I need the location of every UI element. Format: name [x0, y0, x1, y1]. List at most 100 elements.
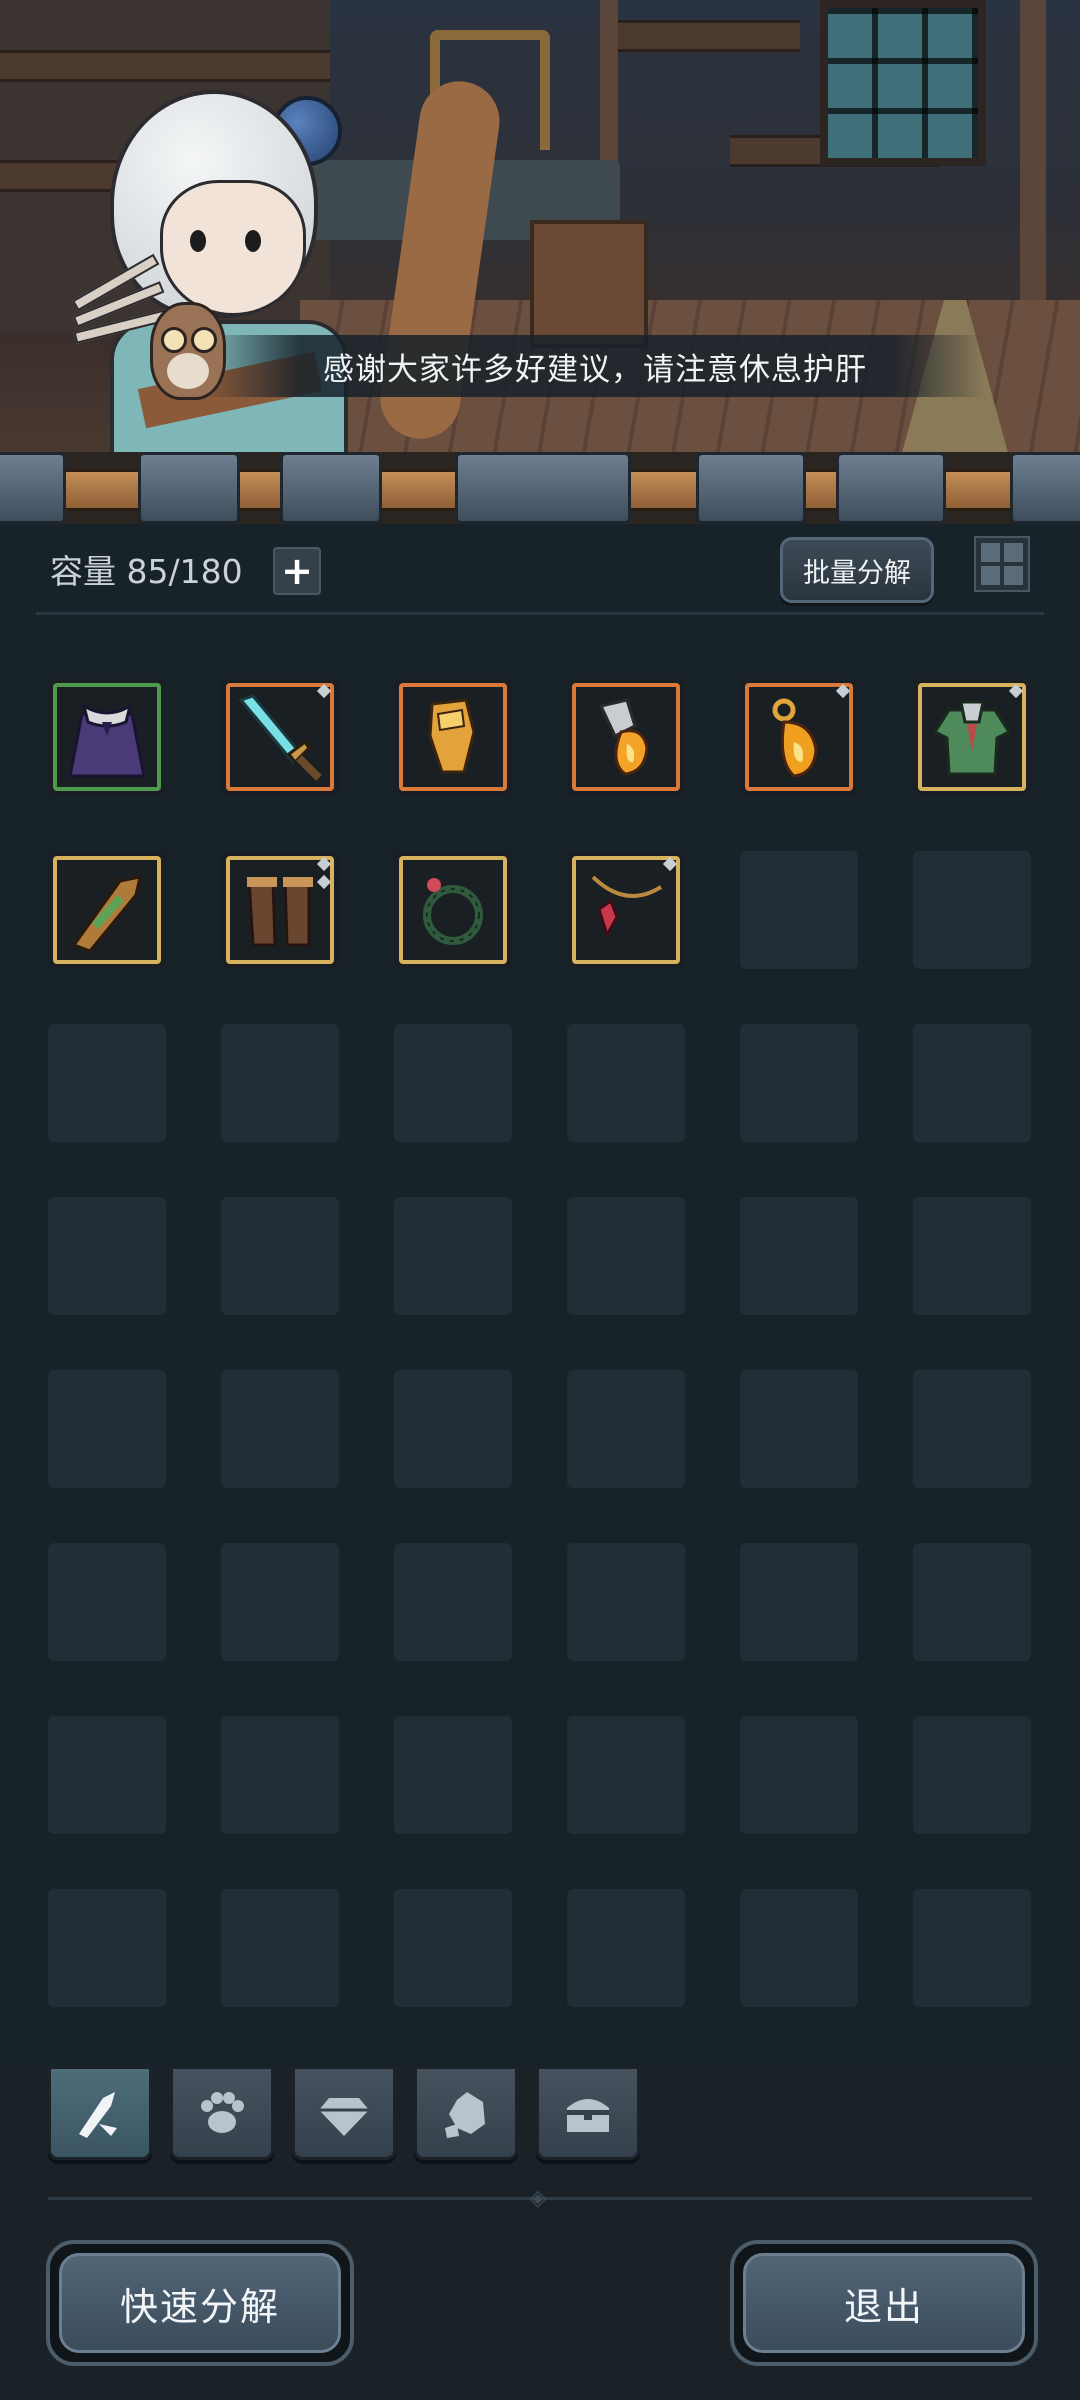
- empty-slot[interactable]: [394, 1024, 512, 1142]
- empty-slot[interactable]: [913, 851, 1031, 969]
- gauntlet-icon: [428, 698, 476, 774]
- inventory-grid: [48, 678, 1034, 2007]
- boots-icon: [247, 877, 313, 947]
- inventory-slot[interactable]: [567, 851, 685, 969]
- owl-icon: [150, 302, 226, 400]
- capacity-value: 85/180: [126, 552, 243, 591]
- tab-pets[interactable]: [170, 2066, 274, 2160]
- empty-slot[interactable]: [567, 1716, 685, 1834]
- tunic-item[interactable]: [913, 678, 1031, 796]
- empty-slot[interactable]: [740, 1543, 858, 1661]
- necklace-icon: [591, 875, 663, 939]
- empty-slot[interactable]: [913, 1370, 1031, 1488]
- bracer-icon: [71, 875, 142, 953]
- inventory-slot[interactable]: [740, 678, 858, 796]
- empty-slot[interactable]: [913, 1543, 1031, 1661]
- empty-slot[interactable]: [48, 1889, 166, 2007]
- empty-slot[interactable]: [567, 1543, 685, 1661]
- scene-illustration: 感谢大家许多好建议，请注意休息护肝: [0, 0, 1080, 460]
- character-portrait: [90, 70, 350, 460]
- batch-decompose-label: 批量分解: [803, 557, 911, 589]
- shelf-plank: [600, 20, 800, 52]
- fire-gauntlet-icon: [598, 698, 649, 776]
- empty-slot[interactable]: [740, 1716, 858, 1834]
- fire-gauntlet-item[interactable]: [567, 678, 685, 796]
- tab-materials[interactable]: [414, 2066, 518, 2160]
- sword-item[interactable]: [221, 678, 339, 796]
- crate: [530, 220, 648, 348]
- batch-decompose-button[interactable]: 批量分解: [780, 537, 934, 603]
- inventory-slot[interactable]: [394, 851, 512, 969]
- empty-slot[interactable]: [394, 1197, 512, 1315]
- empty-slot[interactable]: [394, 1716, 512, 1834]
- inventory-slot[interactable]: [221, 851, 339, 969]
- empty-slot[interactable]: [913, 1889, 1031, 2007]
- empty-slot[interactable]: [48, 1197, 166, 1315]
- expand-capacity-button[interactable]: +: [273, 547, 321, 595]
- capacity-label: 容量: [50, 552, 116, 591]
- empty-slot[interactable]: [913, 1716, 1031, 1834]
- quick-decompose-button[interactable]: 快速分解: [46, 2240, 354, 2366]
- tunic-icon: [932, 700, 1012, 776]
- grid-view-icon[interactable]: [974, 536, 1030, 592]
- tab-equipment[interactable]: [48, 2066, 152, 2160]
- tab-gems[interactable]: [292, 2066, 396, 2160]
- empty-slot[interactable]: [913, 1197, 1031, 1315]
- fire-amulet-item[interactable]: [740, 678, 858, 796]
- chest-icon: [567, 2099, 609, 2132]
- character-face: [160, 180, 306, 316]
- empty-slot[interactable]: [567, 1889, 685, 2007]
- empty-slot[interactable]: [913, 1024, 1031, 1142]
- empty-slot[interactable]: [48, 1543, 166, 1661]
- empty-slot[interactable]: [394, 1889, 512, 2007]
- empty-slot[interactable]: [221, 1889, 339, 2007]
- thorn-ring-item[interactable]: [394, 851, 512, 969]
- inventory-slot[interactable]: [913, 678, 1031, 796]
- thorn-ring-icon: [423, 878, 483, 945]
- empty-slot[interactable]: [221, 1543, 339, 1661]
- inventory-slot[interactable]: [567, 678, 685, 796]
- sword-icon: [238, 694, 322, 781]
- empty-slot[interactable]: [740, 851, 858, 969]
- empty-slot[interactable]: [567, 1370, 685, 1488]
- empty-slot[interactable]: [221, 1024, 339, 1142]
- cloak-item[interactable]: [48, 678, 166, 796]
- tab-chests[interactable]: [536, 2066, 640, 2160]
- empty-slot[interactable]: [740, 1197, 858, 1315]
- empty-slot[interactable]: [394, 1370, 512, 1488]
- character-eye: [190, 230, 206, 252]
- paw-icon: [201, 2092, 244, 2133]
- inventory-slot[interactable]: [221, 678, 339, 796]
- window: [820, 0, 986, 166]
- capacity-display: 容量 85/180: [50, 545, 243, 593]
- empty-slot[interactable]: [567, 1197, 685, 1315]
- ore-icon: [445, 2092, 485, 2138]
- inventory-slot[interactable]: [48, 851, 166, 969]
- empty-slot[interactable]: [48, 1024, 166, 1142]
- inventory-slot[interactable]: [394, 678, 512, 796]
- boots-item[interactable]: [221, 851, 339, 969]
- necklace-item[interactable]: [567, 851, 685, 969]
- inventory-slot[interactable]: [48, 678, 166, 796]
- banner-text: 感谢大家许多好建议，请注意休息护肝: [323, 351, 867, 388]
- character-eye: [245, 230, 261, 252]
- diamond-icon: [319, 2098, 369, 2136]
- message-banner: 感谢大家许多好建议，请注意休息护肝: [205, 335, 985, 397]
- empty-slot[interactable]: [740, 1889, 858, 2007]
- fire-amulet-icon: [772, 698, 818, 778]
- decorative-divider: [0, 452, 1080, 524]
- bracer-item[interactable]: [48, 851, 166, 969]
- empty-slot[interactable]: [48, 1370, 166, 1488]
- empty-slot[interactable]: [48, 1716, 166, 1834]
- exit-button[interactable]: 退出: [730, 2240, 1038, 2366]
- empty-slot[interactable]: [221, 1197, 339, 1315]
- empty-slot[interactable]: [221, 1370, 339, 1488]
- header-separator: [36, 612, 1044, 615]
- empty-slot[interactable]: [394, 1543, 512, 1661]
- gauntlet-item[interactable]: [394, 678, 512, 796]
- empty-slot[interactable]: [567, 1024, 685, 1142]
- empty-slot[interactable]: [740, 1024, 858, 1142]
- empty-slot[interactable]: [740, 1370, 858, 1488]
- empty-slot[interactable]: [221, 1716, 339, 1834]
- exit-label: 退出: [843, 2284, 924, 2329]
